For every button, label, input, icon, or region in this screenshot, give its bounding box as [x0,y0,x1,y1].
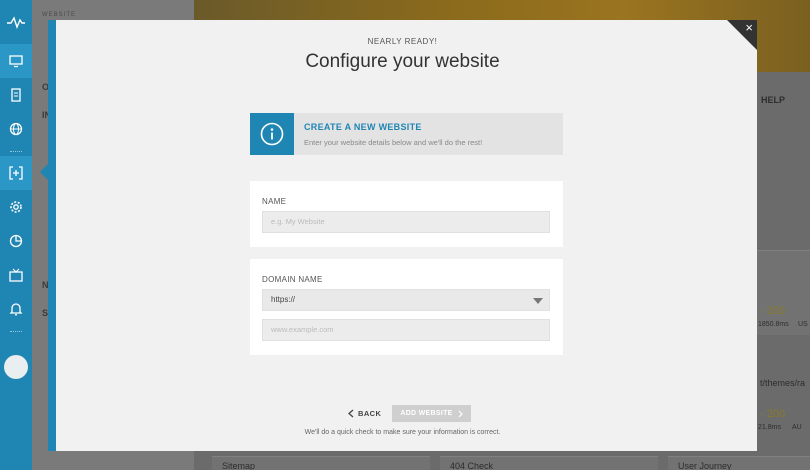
modal-accent-bar [48,20,56,451]
monitor-icon[interactable] [0,44,32,78]
bell-icon[interactable] [0,292,32,326]
page-title: Configure your website [305,51,500,72]
chevron-left-icon [348,409,354,418]
configure-website-modal: × NEARLY READY! Configure your website C… [40,20,757,451]
sidebar-caption: WEBSITE [42,12,77,18]
rail-divider [0,146,32,156]
info-banner: CREATE A NEW WEBSITE Enter your website … [250,113,563,155]
protocol-value: https:// [271,295,296,304]
add-website-button[interactable]: ADD WEBSITE [392,405,471,422]
response-time: 21.8ms [758,424,781,431]
close-icon: × [745,20,753,35]
region-code: AU [792,424,802,431]
protocol-select[interactable]: https:// [262,289,550,311]
domain-label: DOMAIN NAME [262,275,323,284]
modal-footer: BACK ADD WEBSITE [48,405,757,422]
response-time: 1850.8ms [758,321,789,328]
name-card: NAME e.g. My Website [250,181,563,247]
tv-icon[interactable] [0,258,32,292]
pulse-logo-icon[interactable] [0,0,32,44]
info-description: Enter your website details below and we'… [304,138,483,147]
help-link[interactable]: HELP [761,95,785,105]
status-code: - 200 [760,305,786,317]
add-bracket-icon[interactable] [0,156,32,190]
modal-pointer [40,164,48,180]
server-icon[interactable] [0,78,32,112]
info-icon [250,113,294,155]
add-website-label: ADD WEBSITE [400,410,453,417]
website-name-input[interactable]: e.g. My Website [262,211,550,233]
tab-label: User Journey [678,461,732,470]
back-button[interactable]: BACK [348,405,381,422]
domain-card: DOMAIN NAME https:// www.example.com [250,259,563,355]
tab-label: Sitemap [222,461,256,470]
rail-divider [0,326,32,336]
globe-icon[interactable] [0,112,32,146]
helper-note: We'll do a quick check to make sure your… [304,429,501,436]
app-rail [0,0,32,470]
modal-eyebrow: NEARLY READY! [367,37,438,46]
name-label: NAME [262,197,287,206]
status-code: - 200 [760,408,786,420]
gear-icon[interactable] [0,190,32,224]
domain-input[interactable]: www.example.com [262,319,550,341]
path-text: t/themes/ra [760,378,806,388]
info-title: CREATE A NEW WEBSITE [304,122,422,132]
chevron-right-icon [458,410,463,417]
pie-chart-icon[interactable] [0,224,32,258]
back-label: BACK [358,409,382,418]
avatar[interactable] [4,355,28,379]
region-code: US [798,321,808,328]
chevron-down-icon [533,298,543,304]
tab-label: 404 Check [450,461,494,470]
